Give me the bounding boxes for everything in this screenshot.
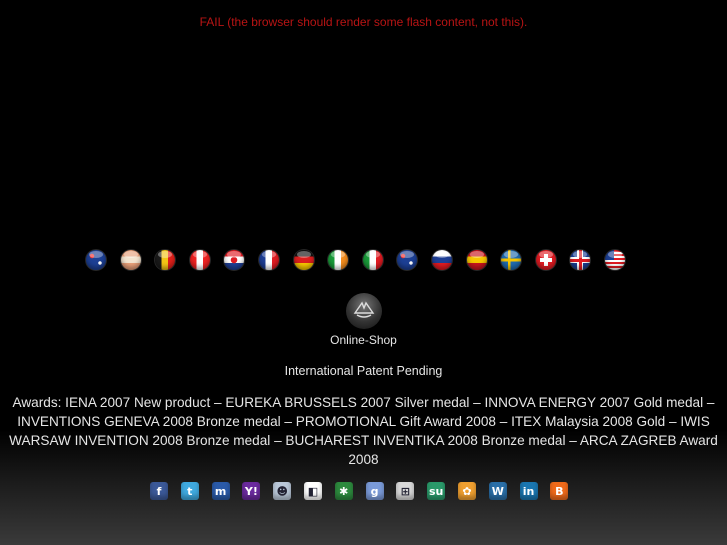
flag-canada-icon[interactable]	[189, 250, 210, 270]
stumbleupon-icon[interactable]: su	[427, 482, 446, 500]
language-flags	[86, 250, 640, 270]
twitter-icon[interactable]: t	[180, 482, 199, 500]
evernote-icon[interactable]: ✱	[334, 482, 353, 500]
online-shop[interactable]: Online-Shop	[0, 293, 727, 349]
myspace-icon[interactable]: m	[211, 482, 230, 500]
flag-spain-icon[interactable]	[466, 250, 487, 270]
shop-link[interactable]: Online-Shop	[330, 333, 397, 347]
mixx-icon[interactable]: ✿	[457, 482, 476, 500]
flag-croatia-icon[interactable]	[224, 250, 245, 270]
yahoo-icon[interactable]: Y!	[242, 482, 261, 500]
patent-notice: International Patent Pending	[284, 364, 443, 378]
wordpress-icon[interactable]: W	[488, 482, 507, 500]
flag-united-kingdom-icon[interactable]	[570, 250, 591, 270]
flag-russia-icon[interactable]	[431, 250, 452, 270]
flag-france-icon[interactable]	[258, 250, 279, 270]
delicious-icon[interactable]: ◧	[303, 482, 322, 500]
fail-message: FAIL (the browser should render some fla…	[199, 15, 528, 29]
linkedin-icon[interactable]: in	[519, 482, 538, 500]
flag-switzerland-icon[interactable]	[535, 250, 556, 270]
flag-germany-icon[interactable]	[293, 250, 314, 270]
flag-spain-old-icon[interactable]	[120, 250, 141, 270]
facebook-icon[interactable]: f	[150, 482, 168, 500]
flag-sweden-icon[interactable]	[501, 250, 522, 270]
reddit-icon[interactable]: ☻	[273, 482, 292, 500]
flag-ireland-icon[interactable]	[328, 250, 349, 270]
flag-italy-icon[interactable]	[362, 250, 383, 270]
flag-united-states-icon[interactable]	[604, 250, 625, 270]
flag-belgium-icon[interactable]	[155, 250, 176, 270]
social-bookmarks: f t m Y! ☻ ◧ ✱ g ⊞ su ✿ Win B	[150, 482, 581, 500]
flag-new-zealand-icon[interactable]	[397, 250, 418, 270]
windows-live-icon[interactable]: ⊞	[396, 482, 415, 500]
google-icon[interactable]: g	[365, 482, 384, 500]
blogger-icon[interactable]: B	[550, 482, 569, 500]
shop-logo-icon[interactable]	[345, 293, 382, 329]
flag-australia-icon[interactable]	[86, 250, 106, 270]
awards-text: Awards: IENA 2007 New product – EUREKA B…	[9, 395, 718, 467]
